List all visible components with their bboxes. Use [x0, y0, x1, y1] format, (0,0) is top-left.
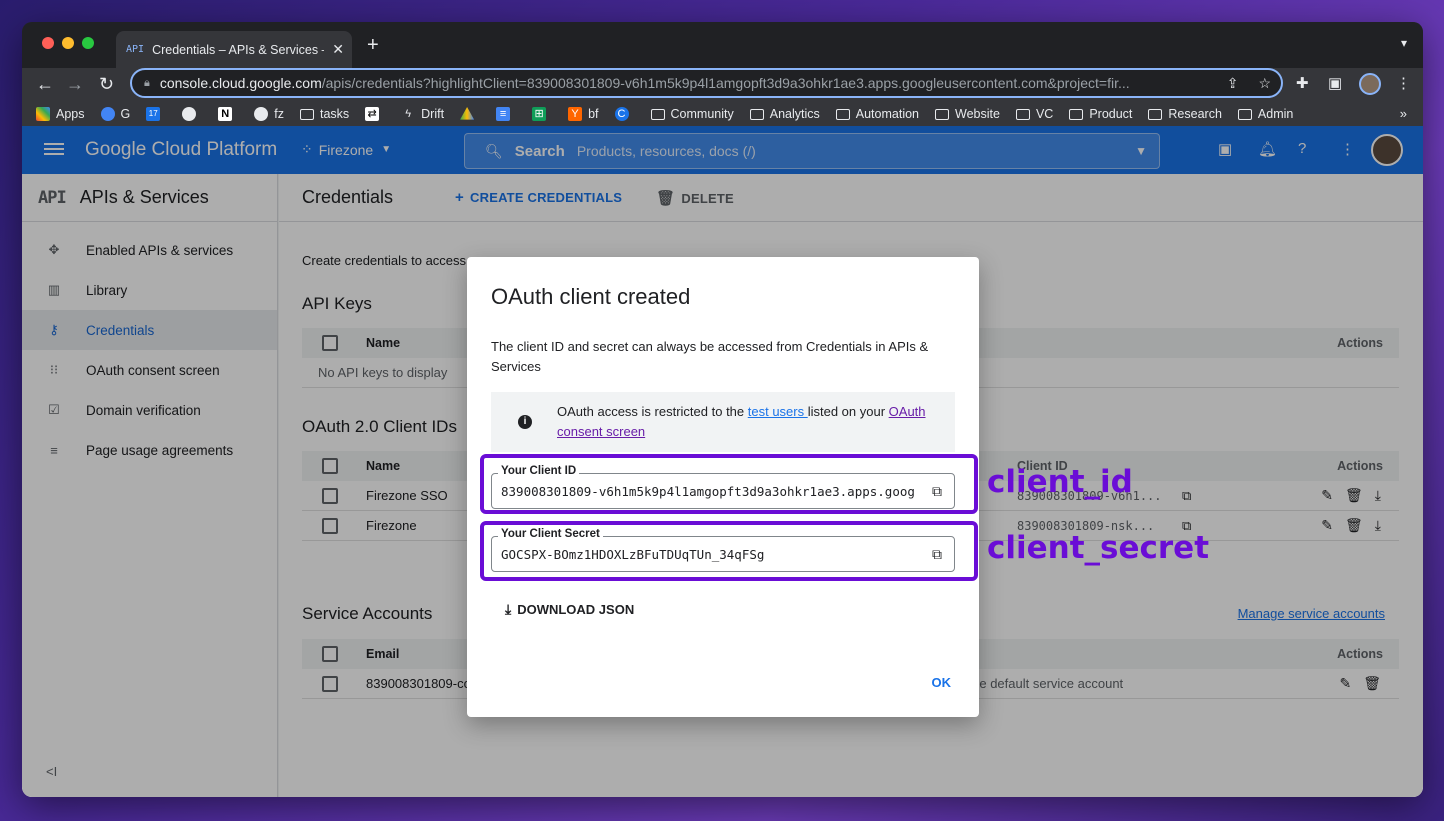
sheets-icon: ⊞ [532, 107, 547, 121]
bookmark-drift[interactable]: ϟ Drift [401, 107, 444, 121]
drift-icon: ϟ [405, 108, 412, 120]
client-secret-highlight [480, 521, 978, 581]
folder-icon [835, 108, 850, 120]
url-host: console.cloud.google.com [159, 75, 322, 91]
folder-icon [749, 108, 764, 120]
client-id-annotation: client_id [987, 464, 1133, 500]
bookmark-calendar[interactable]: 17 [146, 107, 166, 121]
bookmark-fz[interactable]: fz [254, 107, 284, 121]
docs-icon: ≡ [496, 107, 511, 121]
bookmark-research[interactable]: Research [1148, 107, 1222, 121]
minimize-window-button[interactable] [62, 37, 74, 49]
bookmark-g[interactable]: G [100, 107, 130, 121]
test-users-link[interactable]: test users [748, 404, 808, 419]
share-icon[interactable]: ⇪ [1227, 75, 1239, 92]
swap-icon: ⇄ [365, 107, 380, 121]
calendar-icon: 17 [146, 107, 161, 121]
back-arrow-icon[interactable]: ← [36, 73, 54, 95]
extensions-puzzle-icon[interactable]: ✚ [1296, 74, 1309, 92]
bookmark-sheets[interactable]: ⊞ [532, 107, 552, 121]
address-bar[interactable]: 🔒︎ console.cloud.google.com /apis/creden… [130, 68, 1283, 98]
info-icon: i [518, 415, 532, 429]
lock-icon[interactable]: 🔒︎ [144, 77, 150, 90]
forward-arrow-icon[interactable]: → [66, 73, 84, 95]
google-icon [100, 107, 115, 121]
bookmark-tasks[interactable]: tasks [299, 107, 349, 121]
reload-icon[interactable]: ↻ [99, 73, 114, 95]
close-window-button[interactable] [42, 37, 54, 49]
profile-avatar[interactable] [1359, 73, 1381, 95]
bookmark-bf[interactable]: Ybf [568, 107, 599, 121]
folder-icon [650, 108, 665, 120]
tab-title: Credentials – APIs & Services – [152, 42, 325, 57]
bookmark-drive[interactable] [460, 107, 480, 121]
browser-window: API Credentials – APIs & Services – ✕ + … [22, 22, 1423, 797]
download-icon: ⤓ [505, 601, 512, 617]
bookmark-analytics[interactable]: Analytics [749, 107, 820, 121]
ok-button[interactable]: OK [932, 675, 952, 690]
client-secret-annotation: client_secret [987, 530, 1210, 566]
c-icon: C [614, 107, 629, 121]
bookmark-star-icon[interactable]: ☆ [1258, 75, 1271, 92]
folder-icon [1237, 108, 1252, 120]
bookmark-github-alt[interactable] [182, 107, 202, 121]
info-banner: i OAuth access is restricted to the test… [491, 392, 955, 452]
folder-icon [1148, 108, 1163, 120]
ycombinator-icon: Y [568, 107, 583, 121]
api-favicon-icon: API [126, 44, 145, 55]
maximize-window-button[interactable] [82, 37, 94, 49]
bookmark-product[interactable]: Product [1069, 107, 1132, 121]
dialog-description: The client ID and secret can always be a… [491, 339, 929, 374]
page-content: Google Cloud Platform ⁘ Firezone ▼ 🔍︎ Se… [22, 126, 1423, 797]
client-id-highlight [480, 454, 978, 514]
url-path: /apis/credentials?highlightClient=839008… [321, 75, 1130, 91]
apps-grid-icon [36, 107, 50, 121]
github-icon [254, 107, 269, 121]
bookmark-website[interactable]: Website [935, 107, 1000, 121]
dialog-title: OAuth client created [491, 284, 691, 309]
bookmark-vc[interactable]: VC [1015, 107, 1053, 121]
close-tab-icon[interactable]: ✕ [332, 41, 344, 58]
bookmark-admin[interactable]: Admin [1237, 107, 1293, 121]
browser-menu-icon[interactable]: ⋮ [1396, 74, 1411, 92]
circle-icon [182, 107, 197, 121]
bookmark-docs[interactable]: ≡ [496, 107, 516, 121]
side-panel-icon[interactable]: ▣ [1328, 74, 1342, 92]
drive-icon [460, 107, 475, 120]
download-json-button[interactable]: ⤓ DOWNLOAD JSON [505, 601, 634, 618]
browser-toolbar: ← → ↻ 🔒︎ console.cloud.google.com /apis/… [22, 68, 1423, 102]
browser-tab[interactable]: API Credentials – APIs & Services – ✕ [116, 31, 352, 68]
folder-icon [1069, 108, 1084, 120]
tab-strip: API Credentials – APIs & Services – ✕ + … [22, 22, 1423, 68]
new-tab-button[interactable]: + [367, 34, 379, 57]
bookmark-automation[interactable]: Automation [835, 107, 919, 121]
folder-icon [935, 108, 949, 120]
tab-search-chevron-icon[interactable]: ▾ [1401, 36, 1407, 50]
folder-icon [1015, 108, 1030, 120]
bookmark-swap[interactable]: ⇄ [365, 107, 385, 121]
bookmark-apps[interactable]: Apps [36, 107, 85, 121]
folder-icon [299, 108, 314, 120]
bookmark-notion[interactable]: N [218, 107, 238, 121]
bookmark-c[interactable]: C [614, 107, 635, 121]
info-text: OAuth access is restricted to the test u… [557, 404, 926, 439]
bookmarks-bar: Apps G 17 N fz tasks ⇄ ϟ Drift ≡ ⊞ Ybf C … [22, 102, 1423, 126]
more-bookmarks-button[interactable]: » [1400, 106, 1407, 121]
bookmark-community[interactable]: Community [650, 107, 734, 121]
notion-icon: N [218, 107, 233, 121]
